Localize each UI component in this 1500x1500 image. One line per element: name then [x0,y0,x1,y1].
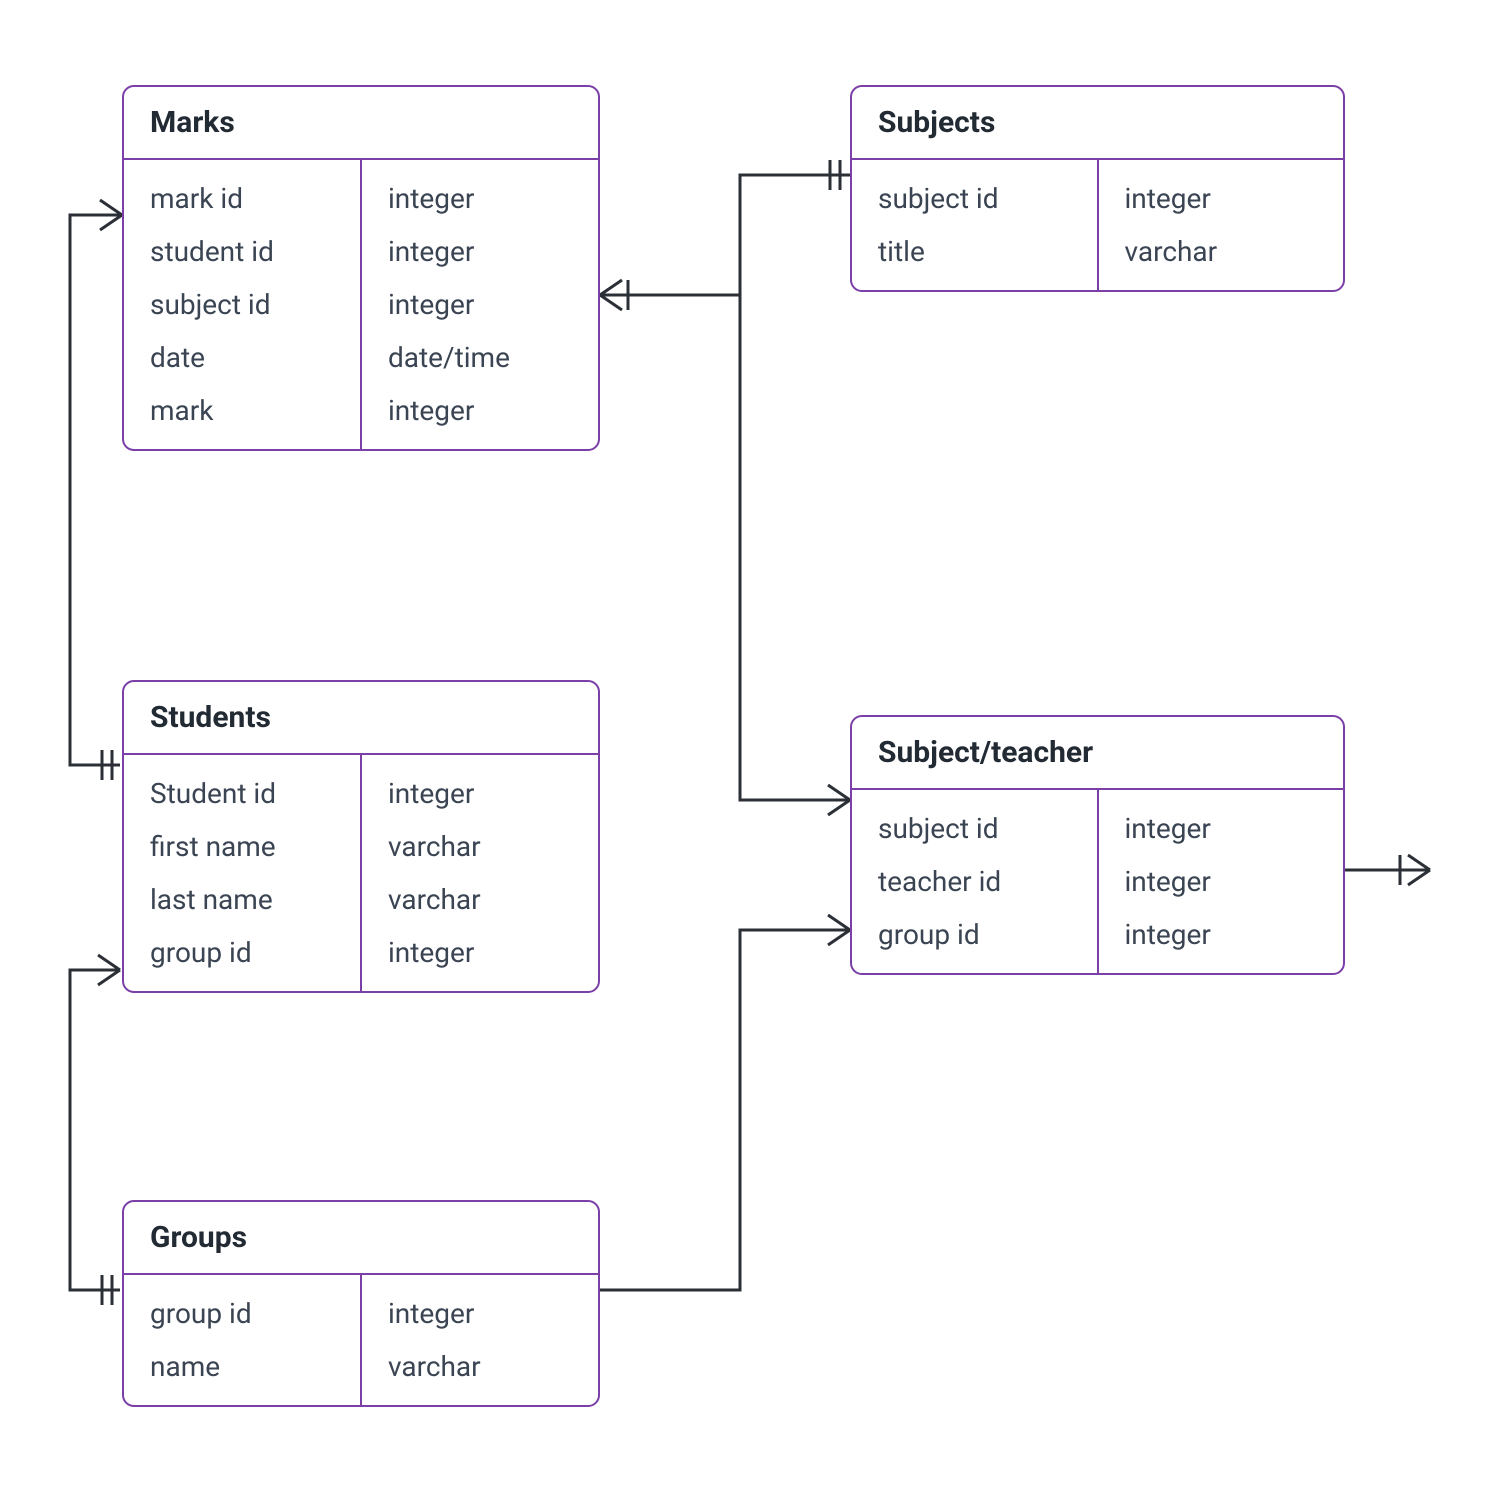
entity-subject-teacher-types: integer integer integer [1099,790,1344,973]
field-type: integer [362,926,598,979]
field-name: Student id [124,767,360,820]
field-type: integer [1099,908,1344,961]
field-name: subject id [852,802,1097,855]
entity-students-types: integer varchar varchar integer [362,755,598,991]
field-type: varchar [1099,225,1344,278]
field-name: last name [124,873,360,926]
field-type: integer [1099,855,1344,908]
field-name: mark [124,384,360,437]
field-name: group id [124,1287,360,1340]
entity-subject-teacher-title: Subject/teacher [852,717,1343,790]
field-name: teacher id [852,855,1097,908]
field-type: integer [362,278,598,331]
field-type: integer [362,1287,598,1340]
entity-groups-title: Groups [124,1202,598,1275]
field-type: integer [362,225,598,278]
entity-subjects-fields: subject id title [852,160,1099,290]
field-name: group id [124,926,360,979]
field-name: name [124,1340,360,1393]
field-name: subject id [852,172,1097,225]
entity-subject-teacher-fields: subject id teacher id group id [852,790,1099,973]
entity-students: Students Student id first name last name… [122,680,600,993]
entity-groups-fields: group id name [124,1275,362,1405]
entity-subject-teacher: Subject/teacher subject id teacher id gr… [850,715,1345,975]
field-type: integer [362,767,598,820]
entity-subjects: Subjects subject id title integer varcha… [850,85,1345,292]
entity-marks-types: integer integer integer date/time intege… [362,160,598,449]
entity-subjects-types: integer varchar [1099,160,1344,290]
field-type: varchar [362,1340,598,1393]
entity-subjects-title: Subjects [852,87,1343,160]
field-type: integer [362,384,598,437]
field-type: varchar [362,820,598,873]
field-type: integer [1099,172,1344,225]
entity-marks: Marks mark id student id subject id date… [122,85,600,451]
entity-students-fields: Student id first name last name group id [124,755,362,991]
entity-marks-fields: mark id student id subject id date mark [124,160,362,449]
field-name: subject id [124,278,360,331]
entity-groups: Groups group id name integer varchar [122,1200,600,1407]
field-name: mark id [124,172,360,225]
entity-groups-types: integer varchar [362,1275,598,1405]
field-name: date [124,331,360,384]
field-name: first name [124,820,360,873]
field-type: integer [362,172,598,225]
field-name: group id [852,908,1097,961]
field-name: student id [124,225,360,278]
field-type: integer [1099,802,1344,855]
entity-marks-title: Marks [124,87,598,160]
entity-students-title: Students [124,682,598,755]
field-name: title [852,225,1097,278]
field-type: date/time [362,331,598,384]
field-type: varchar [362,873,598,926]
